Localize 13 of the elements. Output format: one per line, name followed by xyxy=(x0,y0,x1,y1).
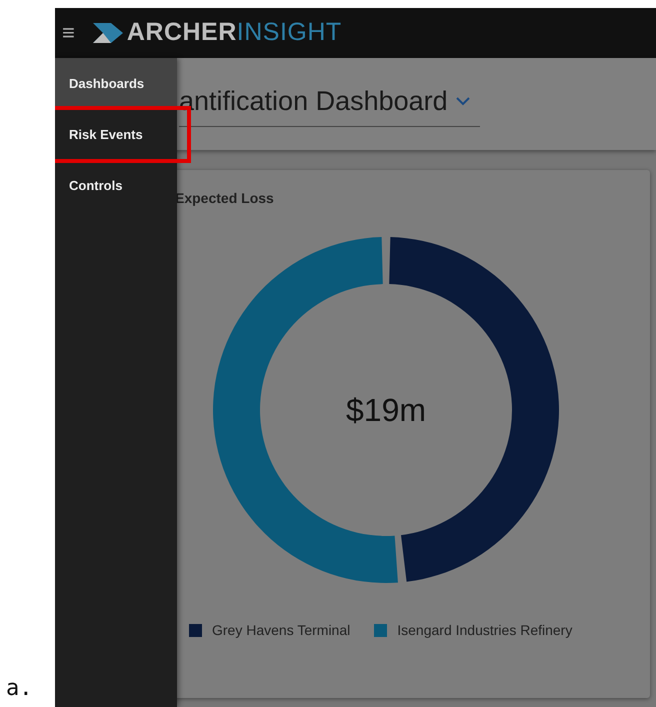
card-title: Expected Loss xyxy=(175,189,275,208)
dashboard-selector[interactable]: antification Dashboard xyxy=(179,81,480,127)
total-value: $19m xyxy=(346,391,426,430)
chevron-icon xyxy=(456,97,470,106)
brand-name: ARCHER xyxy=(126,18,237,46)
sidebar-item[interactable]: Controls xyxy=(55,160,177,211)
figure-label: a. xyxy=(6,675,32,703)
logo-icon xyxy=(92,23,123,43)
legend-label: Grey Havens Terminal xyxy=(212,621,350,640)
legend-label: Isengard Industries Refinery xyxy=(397,621,572,640)
menu-icon[interactable]: ≡ xyxy=(62,22,75,44)
sidebar-item[interactable]: Dashboards xyxy=(55,58,177,109)
brand-name-accent: INSIGHT xyxy=(236,18,342,46)
